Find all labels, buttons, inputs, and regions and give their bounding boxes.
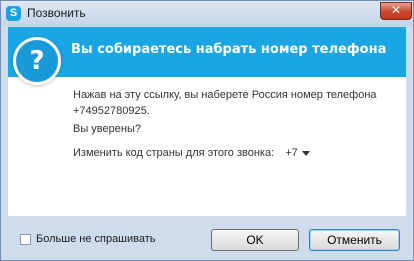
dialog-footer: Больше не спрашивать OK Отменить — [8, 218, 406, 255]
confirm-question: Вы уверены? — [73, 123, 141, 135]
country-code-row: Изменить код страны для этого звонка: +7 — [73, 145, 310, 161]
call-message: Нажав на эту ссылку, вы наберете Россия … — [73, 89, 377, 117]
question-icon: ? — [13, 37, 61, 85]
dialog-content: ? Вы собираетесь набрать номер телефона … — [8, 27, 406, 216]
skype-icon: S — [6, 6, 21, 21]
country-code-label: Изменить код страны для этого звонка: — [73, 147, 275, 159]
title-bar[interactable]: S Позвонить ✕ — [1, 1, 413, 26]
chevron-down-icon — [301, 150, 310, 156]
call-dialog: S Позвонить ✕ ? Вы собираетесь набрать н… — [0, 0, 414, 261]
cancel-button[interactable]: Отменить — [309, 229, 400, 251]
dont-ask-label[interactable]: Больше не спрашивать — [36, 232, 156, 246]
dialog-heading: Вы собираетесь набрать номер телефона — [71, 42, 387, 57]
window-title: Позвонить — [27, 6, 86, 20]
dont-ask-checkbox[interactable] — [20, 234, 31, 245]
country-code-select[interactable]: +7 — [285, 147, 310, 159]
close-icon[interactable]: ✕ — [380, 2, 412, 20]
country-code-value: +7 — [285, 147, 298, 159]
ok-button[interactable]: OK — [211, 229, 299, 251]
